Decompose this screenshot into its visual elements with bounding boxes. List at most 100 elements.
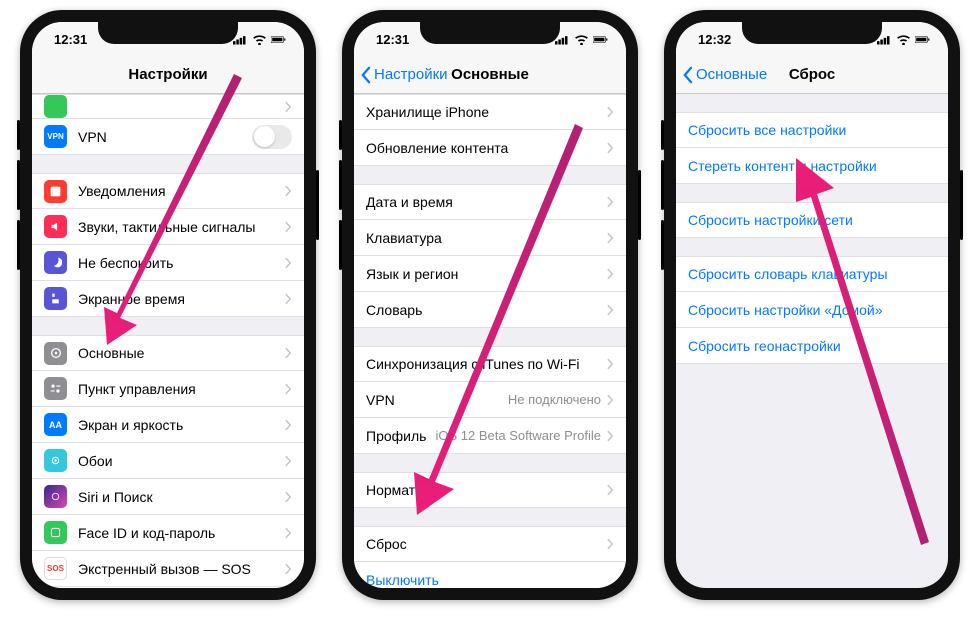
row-reset[interactable]: Сброс <box>354 526 626 562</box>
row-label: Экранное время <box>78 291 285 307</box>
row-cellular-partial[interactable] <box>32 94 304 119</box>
chevron-right-icon <box>285 383 292 395</box>
chevron-right-icon <box>285 419 292 431</box>
chevron-right-icon <box>607 196 614 208</box>
chevron-right-icon <box>285 293 292 305</box>
row-label: Сбросить все настройки <box>688 122 936 138</box>
wallpaper-icon <box>44 449 67 472</box>
chevron-right-icon <box>285 563 292 575</box>
chevron-right-icon <box>607 106 614 118</box>
row-label: Дата и время <box>366 194 607 210</box>
row-label: Пункт управления <box>78 381 285 397</box>
row-notifications[interactable]: Уведомления <box>32 173 304 209</box>
row-dnd[interactable]: Не беспокоить <box>32 245 304 281</box>
row-datetime[interactable]: Дата и время <box>354 184 626 220</box>
chevron-right-icon <box>607 304 614 316</box>
chevron-right-icon <box>285 101 292 113</box>
vpn-icon: VPN <box>44 125 67 148</box>
row-storage[interactable]: Хранилище iPhone <box>354 94 626 130</box>
nav-bar: Настройки Основные <box>354 56 626 94</box>
row-label: Обновление контента <box>366 140 607 156</box>
row-keyboard[interactable]: Клавиатура <box>354 220 626 256</box>
chevron-right-icon <box>285 455 292 467</box>
row-label: Словарь <box>366 302 607 318</box>
vpn-toggle[interactable] <box>252 125 292 149</box>
row-erase-all-content[interactable]: Стереть контент и настройки <box>676 148 948 184</box>
row-label: Выключить <box>366 572 614 588</box>
reset-list[interactable]: Сбросить все настройки Стереть контент и… <box>676 94 948 588</box>
row-wallpaper[interactable]: Обои <box>32 443 304 479</box>
back-button[interactable]: Основные <box>682 66 767 84</box>
chevron-right-icon <box>285 491 292 503</box>
chevron-right-icon <box>607 358 614 370</box>
faceid-icon <box>44 521 67 544</box>
status-icons <box>877 34 930 45</box>
row-reset-all-settings[interactable]: Сбросить все настройки <box>676 112 948 148</box>
chevron-right-icon <box>607 142 614 154</box>
row-vpn[interactable]: VPN VPN <box>32 119 304 155</box>
row-reset-network[interactable]: Сбросить настройки сети <box>676 202 948 238</box>
status-time: 12:31 <box>54 32 87 47</box>
row-siri[interactable]: Siri и Поиск <box>32 479 304 515</box>
status-time: 12:32 <box>698 32 731 47</box>
notch <box>98 22 238 44</box>
chevron-right-icon <box>285 221 292 233</box>
cellular-icon <box>44 95 67 118</box>
row-content-refresh[interactable]: Обновление контента <box>354 130 626 166</box>
screentime-icon <box>44 287 67 310</box>
chevron-right-icon <box>285 527 292 539</box>
chevron-right-icon <box>285 257 292 269</box>
status-icons <box>555 34 608 45</box>
phone-frame-3: 12:32 Основные Сброс Сбросить все настро… <box>664 10 960 600</box>
row-label: Нормативы <box>366 482 607 498</box>
settings-list[interactable]: VPN VPN Уведомления Звуки, тактильные си… <box>32 94 304 588</box>
row-sounds[interactable]: Звуки, тактильные сигналы <box>32 209 304 245</box>
row-battery[interactable]: Аккумулятор <box>32 587 304 588</box>
chevron-right-icon <box>607 484 614 496</box>
row-sos[interactable]: SOSЭкстренный вызов — SOS <box>32 551 304 587</box>
sos-icon: SOS <box>44 557 67 580</box>
row-shutdown[interactable]: Выключить <box>354 562 626 588</box>
row-screentime[interactable]: Экранное время <box>32 281 304 317</box>
row-dictionary[interactable]: Словарь <box>354 292 626 328</box>
chevron-left-icon <box>682 66 693 84</box>
chevron-right-icon <box>607 394 614 406</box>
row-label: VPN <box>366 392 508 408</box>
chevron-left-icon <box>360 66 371 84</box>
general-list[interactable]: Хранилище iPhone Обновление контента Дат… <box>354 94 626 588</box>
row-profile[interactable]: Профиль iOS 12 Beta Software Profile <box>354 418 626 454</box>
siri-icon <box>44 485 67 508</box>
status-icons <box>233 34 286 45</box>
row-label: Siri и Поиск <box>78 489 285 505</box>
chevron-right-icon <box>285 347 292 359</box>
chevron-right-icon <box>607 268 614 280</box>
row-label: Сбросить настройки сети <box>688 212 936 228</box>
row-itunes-sync[interactable]: Синхронизация с iTunes по Wi-Fi <box>354 346 626 382</box>
row-label: Обои <box>78 453 285 469</box>
row-vpn-general[interactable]: VPNНе подключено <box>354 382 626 418</box>
general-icon <box>44 342 67 365</box>
phone-frame-1: 12:31 Настройки VPN VPN Уведомления Зв <box>20 10 316 600</box>
row-reset-location[interactable]: Сбросить геонастройки <box>676 328 948 364</box>
row-language[interactable]: Язык и регион <box>354 256 626 292</box>
row-detail: iOS 12 Beta Software Profile <box>434 428 601 443</box>
back-button[interactable]: Настройки <box>360 66 448 84</box>
row-reset-home-layout[interactable]: Сбросить настройки «Домой» <box>676 292 948 328</box>
row-label: Стереть контент и настройки <box>688 158 936 174</box>
back-label: Основные <box>696 66 767 83</box>
nav-bar: Настройки <box>32 56 304 94</box>
row-general[interactable]: Основные <box>32 335 304 371</box>
row-faceid[interactable]: Face ID и код-пароль <box>32 515 304 551</box>
row-label: Клавиатура <box>366 230 607 246</box>
row-label: Сбросить словарь клавиатуры <box>688 266 936 282</box>
row-regulatory[interactable]: Нормативы <box>354 472 626 508</box>
row-label: Язык и регион <box>366 266 607 282</box>
row-reset-keyboard-dict[interactable]: Сбросить словарь клавиатуры <box>676 256 948 292</box>
phone-frame-2: 12:31 Настройки Основные Хранилище iPhon… <box>342 10 638 600</box>
sounds-icon <box>44 215 67 238</box>
chevron-right-icon <box>607 232 614 244</box>
row-detail: Не подключено <box>508 392 601 407</box>
row-control-center[interactable]: Пункт управления <box>32 371 304 407</box>
row-display[interactable]: AAЭкран и яркость <box>32 407 304 443</box>
row-label: Профиль <box>366 428 426 444</box>
